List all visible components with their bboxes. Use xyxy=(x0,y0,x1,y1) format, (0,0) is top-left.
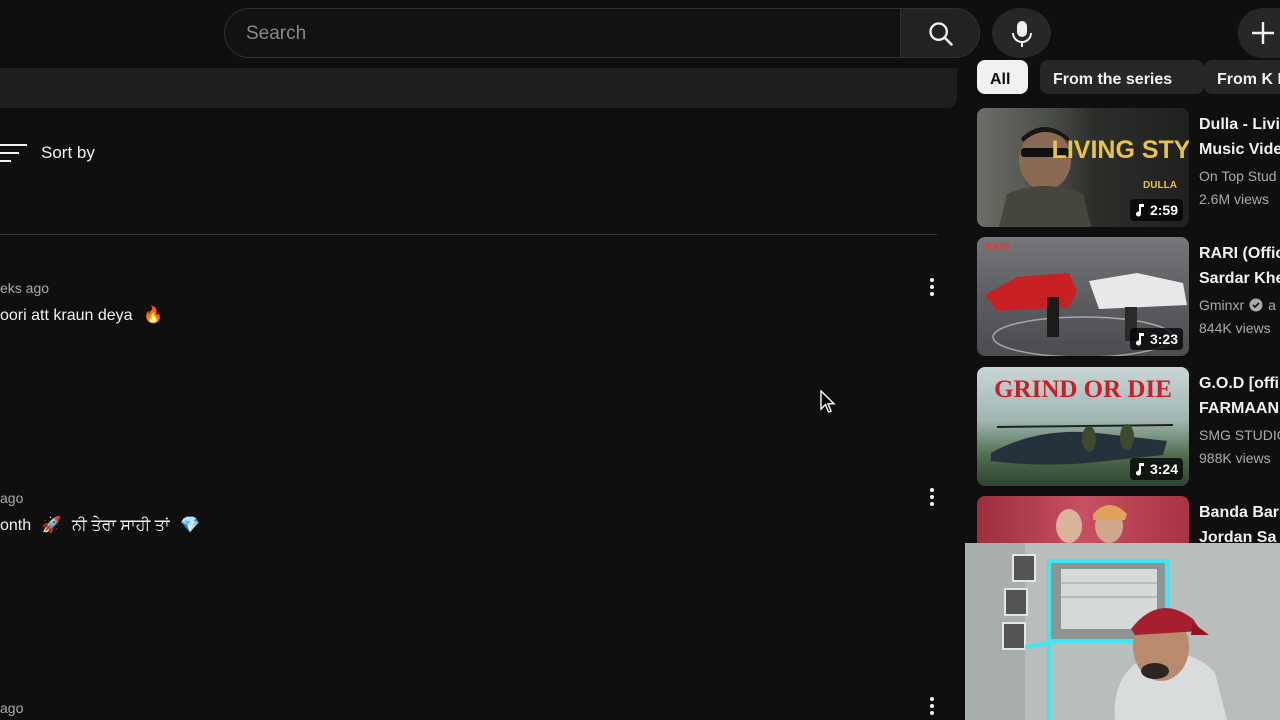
comment-text-body: onth xyxy=(0,517,32,534)
comment-timestamp: ago xyxy=(0,490,24,506)
comment-more-button[interactable] xyxy=(926,275,938,297)
thumbnail-title: RARI xyxy=(985,242,1010,253)
comment-item: ago onth 🚀 ਨੀ ਤੇਰਾ ਸਾਹੀ ਤਾਂ 💎 xyxy=(0,490,950,535)
verified-icon xyxy=(1249,298,1263,312)
duration-text: 3:24 xyxy=(1149,461,1178,477)
thumbnail-subtitle: DULLA xyxy=(1143,180,1177,191)
search-button[interactable] xyxy=(900,8,980,58)
thumbnail-title: LIVING STYLE xyxy=(1052,136,1189,164)
sort-by-label: Sort by xyxy=(41,143,95,162)
search-icon xyxy=(929,22,953,46)
chip-from-the-series[interactable]: From the series xyxy=(1040,60,1204,94)
comment-more-button[interactable] xyxy=(926,485,938,507)
channel-name[interactable]: On Top Stud xyxy=(1199,168,1280,184)
create-icon xyxy=(1252,22,1274,44)
rocket-emoji: 🚀 xyxy=(41,517,62,534)
video-info: RARI (Offic Sardar Khe Gminxr a 844K vie… xyxy=(1199,241,1280,336)
video-thumbnail[interactable]: LIVING STYLE DULLA 2:59 xyxy=(977,108,1189,227)
comment-text-body: oori att kraun deya xyxy=(0,307,133,324)
masthead: Search xyxy=(0,0,1280,66)
video-thumbnail[interactable]: GRIND OR DIE 3:24 xyxy=(977,367,1189,486)
recommended-video[interactable]: LIVING STYLE DULLA 2:59 Dulla - Livi Mus… xyxy=(977,108,1280,228)
duration-badge: 3:23 xyxy=(1129,328,1183,350)
duration-badge: 2:59 xyxy=(1129,199,1183,221)
sort-icon xyxy=(0,144,27,162)
video-info: G.O.D [offi FARMAAN SMG STUDIO 988K view… xyxy=(1199,371,1280,466)
video-info: Dulla - Livi Music Vide On Top Stud 2.6M… xyxy=(1199,112,1280,207)
gem-emoji: 💎 xyxy=(179,517,200,534)
channel-name-text: Gminxr xyxy=(1199,297,1245,313)
view-count: 2.6M views xyxy=(1199,191,1270,207)
view-count: 988K views xyxy=(1199,450,1271,466)
duration-text: 2:59 xyxy=(1149,202,1178,218)
sort-by-button[interactable]: Sort by xyxy=(0,140,95,166)
webcam-overlay xyxy=(965,543,1280,720)
search-placeholder: Search xyxy=(246,23,307,44)
more-vert-icon xyxy=(930,697,934,701)
channel-name-text: SMG STUDIO xyxy=(1199,427,1280,443)
video-title[interactable]: RARI (Offic Sardar Khe xyxy=(1199,241,1280,291)
cursor-icon xyxy=(820,390,836,413)
comment-text: onth 🚀 ਨੀ ਤੇਰਾ ਸਾਹੀ ਤਾਂ 💎 xyxy=(0,515,950,535)
voice-search-button[interactable] xyxy=(992,8,1051,58)
channel-name-suffix: a xyxy=(1268,297,1276,313)
duration-text: 3:23 xyxy=(1149,331,1178,347)
video-thumbnail[interactable]: RARI 3:23 xyxy=(977,237,1189,356)
comment-timestamp: ago xyxy=(0,700,24,716)
more-vert-icon xyxy=(930,488,934,492)
music-note-icon xyxy=(1135,462,1144,476)
divider xyxy=(0,234,937,235)
view-count: 844K views xyxy=(1199,320,1271,336)
comment-text: oori att kraun deya 🔥 xyxy=(0,305,950,325)
create-button[interactable] xyxy=(1238,8,1280,58)
mic-icon xyxy=(1012,21,1032,47)
chip-all[interactable]: All xyxy=(977,60,1028,94)
recommended-video[interactable]: GRIND OR DIE 3:24 G.O.D [offi FARMAAN SM… xyxy=(977,367,1280,487)
comment-timestamp: eks ago xyxy=(0,280,50,296)
chip-from-k[interactable]: From K I xyxy=(1204,60,1280,94)
music-note-icon xyxy=(1135,203,1144,217)
recommended-video[interactable]: RARI 3:23 RARI (Offic Sardar Khe Gminxr … xyxy=(977,237,1280,357)
comment-input-bar[interactable] xyxy=(0,68,957,108)
webcam-image xyxy=(965,543,1280,720)
channel-name[interactable]: Gminxr a xyxy=(1199,297,1280,313)
channel-name[interactable]: SMG STUDIO xyxy=(1199,427,1280,443)
comment-text-punjabi: ਨੀ ਤੇਰਾ ਸਾਹੀ ਤਾਂ xyxy=(71,517,170,534)
comment-more-button[interactable] xyxy=(926,694,938,716)
thumbnail-title: GRIND OR DIE xyxy=(994,376,1172,403)
music-note-icon xyxy=(1135,332,1144,346)
video-title[interactable]: G.O.D [offi FARMAAN xyxy=(1199,371,1280,421)
duration-badge: 3:24 xyxy=(1129,458,1183,480)
fire-emoji: 🔥 xyxy=(142,307,163,324)
comment-item: eks ago oori att kraun deya 🔥 xyxy=(0,280,950,325)
more-vert-icon xyxy=(930,278,934,282)
channel-name-text: On Top Stud xyxy=(1199,168,1277,184)
video-title[interactable]: Dulla - Livi Music Vide xyxy=(1199,112,1280,162)
comment-item: ago xyxy=(0,700,950,716)
search-input[interactable]: Search xyxy=(224,8,901,58)
